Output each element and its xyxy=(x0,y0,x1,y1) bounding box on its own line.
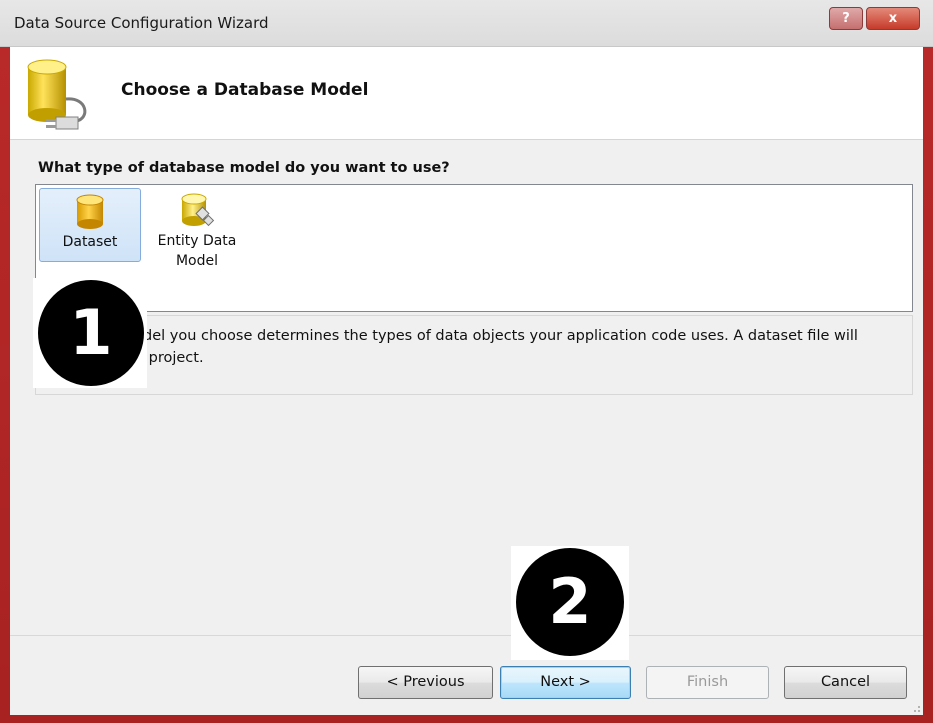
cancel-button[interactable]: Cancel xyxy=(784,666,907,699)
help-button[interactable]: ? xyxy=(829,7,863,30)
database-plug-icon xyxy=(27,59,87,130)
window-title: Data Source Configuration Wizard xyxy=(14,14,269,32)
wizard-header: Choose a Database Model xyxy=(10,47,923,140)
description-line-2: our project. xyxy=(120,350,204,366)
description-line-1: model you choose determines the types of… xyxy=(120,328,858,344)
title-bar[interactable]: Data Source Configuration Wizard ? x xyxy=(0,0,933,47)
model-label-dataset: Dataset xyxy=(62,234,118,250)
callout-2: 2 xyxy=(516,548,624,656)
footer-divider xyxy=(10,635,923,636)
model-description: model you choose determines the types of… xyxy=(120,325,910,369)
model-label-entity-line1: Entity Data xyxy=(157,233,237,249)
database-model-list[interactable]: Dataset Entity Data Model xyxy=(35,184,913,312)
entity-data-model-icon xyxy=(181,193,215,227)
model-option-entity-data-model[interactable]: Entity Data Model xyxy=(146,188,248,269)
finish-button[interactable]: Finish xyxy=(646,666,769,699)
previous-button[interactable]: < Previous xyxy=(358,666,493,699)
page-title: Choose a Database Model xyxy=(121,80,369,100)
model-label-entity-line2: Model xyxy=(175,253,219,269)
callout-1: 1 xyxy=(38,280,144,386)
model-question-label: What type of database model do you want … xyxy=(38,160,450,176)
model-option-dataset[interactable]: Dataset xyxy=(39,188,141,262)
resize-grip-icon[interactable] xyxy=(909,701,921,713)
database-icon xyxy=(76,194,104,229)
next-button[interactable]: Next > xyxy=(500,666,631,699)
close-button[interactable]: x xyxy=(866,7,920,30)
